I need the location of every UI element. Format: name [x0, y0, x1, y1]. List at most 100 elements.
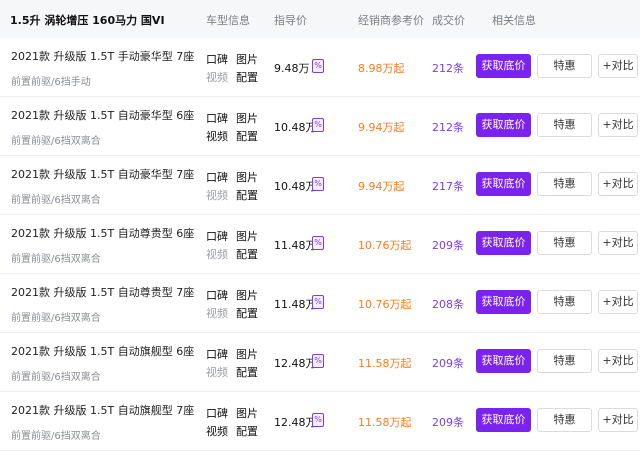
table-row: 2021款 升级版 1.5T 自动尊贵型 6座前置前驱/6挡双离合 口碑 图片 视频配…: [0, 215, 640, 274]
dealer-price[interactable]: 9.94万起: [358, 178, 405, 194]
photos-link[interactable]: 图片: [236, 405, 258, 421]
guide-price: 10.48万: [274, 121, 317, 134]
video-link[interactable]: 视频: [206, 69, 228, 85]
deal-count[interactable]: 212条: [432, 60, 464, 76]
model-name[interactable]: 2021款 升级版 1.5T 自动旗舰型 7座: [11, 402, 194, 418]
calculator-icon[interactable]: %: [312, 59, 324, 73]
get-lowest-price-button[interactable]: 获取底价: [476, 172, 531, 196]
video-link[interactable]: 视频: [206, 364, 228, 380]
get-lowest-price-button[interactable]: 获取底价: [476, 54, 531, 78]
video-link[interactable]: 视频: [206, 423, 228, 439]
col-guide-price: 指导价: [274, 14, 307, 27]
table-row: 2021款 升级版 1.5T 自动豪华型 7座 前置前驱/6挡双离合 口碑 图片 视频配…: [0, 156, 640, 215]
photos-link[interactable]: 图片: [236, 287, 258, 303]
deal-count[interactable]: 212条: [432, 119, 464, 135]
model-spec: 前置前驱/6挡手动: [11, 77, 91, 88]
col-dealer-price: 经销商参考价: [358, 14, 424, 27]
calculator-icon[interactable]: %: [312, 236, 324, 250]
config-link[interactable]: 配置: [236, 423, 258, 439]
deal-count[interactable]: 209条: [432, 355, 464, 371]
model-name[interactable]: 2021款 升级版 1.5T 自动豪华型 7座: [11, 166, 194, 182]
table-row: 2021款 升级版 1.5T 自动尊贵型 7座前置前驱/6挡双离合 口碑 图片 视频配…: [0, 274, 640, 333]
photos-link[interactable]: 图片: [236, 110, 258, 126]
deal-count[interactable]: 208条: [432, 296, 464, 312]
special-offer-button[interactable]: 特惠: [537, 231, 592, 255]
config-link[interactable]: 配置: [236, 69, 258, 85]
koubei-link[interactable]: 口碑: [206, 287, 228, 303]
guide-price: 11.48万: [274, 298, 317, 311]
photos-link[interactable]: 图片: [236, 51, 258, 67]
special-offer-button[interactable]: 特惠: [537, 113, 592, 137]
table-row: 2021款 升级版 1.5T 自动豪华型 6座前置前驱/6挡双离合 口碑 图片 视频配…: [0, 97, 640, 156]
koubei-link[interactable]: 口碑: [206, 346, 228, 362]
engine-spec-title: 1.5升 涡轮增压 160马力 国VI: [10, 14, 165, 27]
table-row: 2021款 升级版 1.5T 自动旗舰型 6座前置前驱/6挡双离合 口碑 图片 视频配…: [0, 333, 640, 392]
dealer-price[interactable]: 10.76万起: [358, 296, 412, 312]
dealer-price[interactable]: 10.76万起: [358, 237, 412, 253]
koubei-link[interactable]: 口碑: [206, 169, 228, 185]
model-name[interactable]: 2021款 升级版 1.5T 手动豪华型 7座: [11, 48, 194, 64]
koubei-link[interactable]: 口碑: [206, 228, 228, 244]
col-model-info: 车型信息: [206, 14, 250, 27]
special-offer-button[interactable]: 特惠: [537, 172, 592, 196]
compare-button[interactable]: +对比: [598, 349, 638, 373]
model-name[interactable]: 2021款 升级版 1.5T 自动豪华型 6座: [11, 107, 194, 123]
compare-button[interactable]: +对比: [598, 231, 638, 255]
table-header: 1.5升 涡轮增压 160马力 国VI 车型信息 指导价 经销商参考价 成交价 …: [0, 0, 640, 38]
photos-link[interactable]: 图片: [236, 346, 258, 362]
compare-button[interactable]: +对比: [598, 172, 638, 196]
model-spec: 前置前驱/6挡双离合: [11, 254, 101, 265]
compare-button[interactable]: +对比: [598, 113, 638, 137]
dealer-price[interactable]: 8.98万起: [358, 60, 405, 76]
config-link[interactable]: 配置: [236, 246, 258, 262]
calculator-icon[interactable]: %: [312, 118, 324, 132]
get-lowest-price-button[interactable]: 获取底价: [476, 231, 531, 255]
table-row: 2021款 升级版 1.5T 手动豪华型 7座前置前驱/6挡手动 口碑 图片 视频 配置…: [0, 38, 640, 97]
special-offer-button[interactable]: 特惠: [537, 349, 592, 373]
get-lowest-price-button[interactable]: 获取底价: [476, 290, 531, 314]
model-spec: 前置前驱/6挡双离合: [11, 136, 101, 147]
video-link[interactable]: 视频: [206, 305, 228, 321]
config-link[interactable]: 配置: [236, 364, 258, 380]
special-offer-button[interactable]: 特惠: [537, 54, 592, 78]
calculator-icon[interactable]: %: [312, 413, 324, 427]
koubei-link[interactable]: 口碑: [206, 110, 228, 126]
video-link[interactable]: 视频: [206, 246, 228, 262]
compare-button[interactable]: +对比: [598, 54, 638, 78]
calculator-icon[interactable]: %: [312, 295, 324, 309]
compare-button[interactable]: +对比: [598, 290, 638, 314]
get-lowest-price-button[interactable]: 获取底价: [476, 349, 531, 373]
photos-link[interactable]: 图片: [236, 228, 258, 244]
config-link[interactable]: 配置: [236, 305, 258, 321]
photos-link[interactable]: 图片: [236, 169, 258, 185]
dealer-price[interactable]: 11.58万起: [358, 355, 412, 371]
guide-price: 10.48万: [274, 180, 317, 193]
video-link[interactable]: 视频: [206, 128, 228, 144]
config-link[interactable]: 配置: [236, 128, 258, 144]
special-offer-button[interactable]: 特惠: [537, 290, 592, 314]
guide-price: 12.48万: [274, 416, 317, 429]
koubei-link[interactable]: 口碑: [206, 51, 228, 67]
model-spec: 前置前驱/6挡双离合: [11, 313, 101, 324]
dealer-price[interactable]: 11.58万起: [358, 414, 412, 430]
model-name[interactable]: 2021款 升级版 1.5T 自动尊贵型 7座: [11, 284, 194, 300]
koubei-link[interactable]: 口碑: [206, 405, 228, 421]
special-offer-button[interactable]: 特惠: [537, 408, 592, 432]
guide-price: 9.48万: [274, 62, 310, 75]
calculator-icon[interactable]: %: [312, 354, 324, 368]
video-link[interactable]: 视频: [206, 187, 228, 203]
calculator-icon[interactable]: %: [312, 177, 324, 191]
deal-count[interactable]: 217条: [432, 178, 464, 194]
model-spec: 前置前驱/6挡双离合: [11, 431, 101, 442]
model-name[interactable]: 2021款 升级版 1.5T 自动旗舰型 6座: [11, 343, 194, 359]
get-lowest-price-button[interactable]: 获取底价: [476, 113, 531, 137]
dealer-price[interactable]: 9.94万起: [358, 119, 405, 135]
get-lowest-price-button[interactable]: 获取底价: [476, 408, 531, 432]
config-link[interactable]: 配置: [236, 187, 258, 203]
deal-count[interactable]: 209条: [432, 414, 464, 430]
deal-count[interactable]: 209条: [432, 237, 464, 253]
compare-button[interactable]: +对比: [598, 408, 638, 432]
table-row: 2021款 升级版 1.5T 自动旗舰型 7座前置前驱/6挡双离合 口碑 图片 视频配…: [0, 392, 640, 451]
model-name[interactable]: 2021款 升级版 1.5T 自动尊贵型 6座: [11, 225, 194, 241]
model-spec: 前置前驱/6挡双离合: [11, 372, 101, 383]
